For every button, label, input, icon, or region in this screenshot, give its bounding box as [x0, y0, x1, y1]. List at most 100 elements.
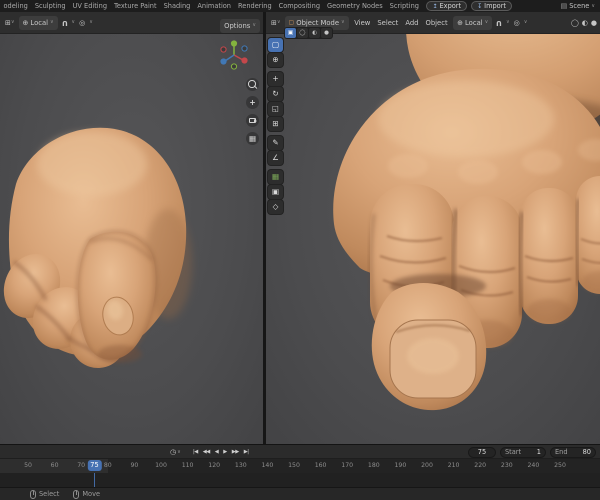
export-icon: ↥	[432, 2, 438, 10]
right-viewport-canvas[interactable]	[266, 34, 600, 444]
proportional-editing-icon[interactable]: ◎	[77, 16, 87, 30]
workspace-tab-uv-editing[interactable]: UV Editing	[69, 0, 110, 12]
snap-magnet-icon[interactable]: U	[494, 16, 504, 30]
tool-measure[interactable]: ∠	[268, 151, 283, 165]
import-button[interactable]: ↧ Import	[471, 1, 513, 11]
shading-rendered[interactable]: ●	[321, 28, 332, 38]
menu-object[interactable]: Object	[422, 19, 451, 27]
playback-transport: |◀ ◀◀ ◀ ▶ ▶▶ ▶|	[192, 445, 249, 459]
blender-window: odeling Sculpting UV Editing Texture Paint S…	[0, 0, 600, 500]
timeline-header: ◷ ∨ |◀ ◀◀ ◀ ▶ ▶▶ ▶| 75 Start 1 End 80	[0, 445, 600, 459]
ruler-frame-100: 100	[155, 462, 167, 469]
workspace-tab-animation[interactable]: Animation	[194, 0, 235, 12]
shading-material[interactable]: ◐	[309, 28, 320, 38]
prev-keyframe-button[interactable]: ◀◀	[202, 449, 211, 455]
export-button[interactable]: ↥ Export	[426, 1, 468, 11]
frame-start-field[interactable]: Start 1	[500, 446, 546, 458]
workspace-tab-texture-paint[interactable]: Texture Paint	[111, 0, 161, 12]
fist-model-left[interactable]	[0, 127, 192, 380]
tool-empty[interactable]: ◇	[268, 200, 283, 214]
tool-move[interactable]: +	[268, 72, 283, 86]
proportional-editing-icon[interactable]: ◎	[512, 16, 522, 30]
tool-transform[interactable]: ⊞	[268, 117, 283, 131]
options-dropdown[interactable]: Options ∨	[220, 18, 260, 33]
ruler-frame-150: 150	[288, 462, 300, 469]
ruler-frame-80: 80	[103, 462, 112, 469]
tool-annotate[interactable]: ✎	[268, 136, 283, 150]
tool-scale[interactable]: ◱	[268, 102, 283, 116]
workspace-tab-scripting[interactable]: Scripting	[386, 0, 422, 12]
transform-orientation-dropdown[interactable]: ⊕ Local ∨	[453, 15, 493, 30]
workspace-tab-shading[interactable]: Shading	[160, 0, 194, 12]
scene-selector[interactable]: ▤ Scene ∨	[561, 2, 595, 10]
chevron-down-icon: ∨	[484, 19, 489, 25]
transform-orientation-dropdown[interactable]: ⊕ Local ∨	[18, 15, 58, 30]
ruler-frame-250: 250	[554, 462, 566, 469]
workspace-tab-compositing[interactable]: Compositing	[275, 0, 323, 12]
snap-magnet-icon[interactable]: U	[60, 16, 70, 30]
ruler-frame-140: 140	[261, 462, 274, 469]
ruler-frame-170: 170	[341, 462, 354, 469]
current-frame-field[interactable]: 75	[468, 446, 496, 458]
play-reverse-button[interactable]: ◀	[214, 449, 220, 455]
chevron-down-icon: ∨	[177, 448, 181, 455]
tool-select-box[interactable]: ▢	[268, 38, 283, 52]
workspace-tab-geometry-nodes[interactable]: Geometry Nodes	[324, 0, 387, 12]
tool-camera[interactable]: ▣	[268, 185, 283, 199]
left-viewport-canvas[interactable]	[0, 34, 263, 444]
mouse-icon	[73, 489, 80, 499]
timeline-track-area[interactable]	[0, 473, 600, 488]
ruler-frame-130: 130	[234, 462, 247, 469]
playhead-line	[93, 473, 96, 488]
grid-ortho-icon[interactable]: ▦	[246, 132, 259, 145]
ruler-frame-120: 120	[208, 462, 221, 469]
playhead[interactable]: 75	[87, 460, 102, 471]
tool-add-cube[interactable]: ▦	[268, 170, 283, 184]
frame-end-field[interactable]: End 80	[550, 446, 596, 458]
orientation-globe-icon: ⊕	[22, 18, 29, 27]
workspace-tab-sculpting[interactable]: Sculpting	[31, 0, 69, 12]
timeline-editor: ◷ ∨ |◀ ◀◀ ◀ ▶ ▶▶ ▶| 75 Start 1 End 80 75 50 60 70 8…	[0, 444, 600, 488]
play-button[interactable]: ▶	[222, 449, 228, 455]
ruler-frame-180: 180	[367, 462, 380, 469]
menu-select[interactable]: Select	[374, 19, 402, 27]
camera-view-icon[interactable]	[246, 114, 259, 127]
editor-type-button[interactable]: ⊞ ∨	[3, 16, 17, 30]
pan-hand-icon[interactable]: +	[246, 96, 259, 109]
shading-wireframe[interactable]: ▣	[285, 28, 296, 38]
workspace-tab-rendering[interactable]: Rendering	[235, 0, 276, 12]
ruler-frame-60: 60	[50, 462, 59, 469]
next-keyframe-button[interactable]: ▶▶	[231, 449, 240, 455]
chevron-down-icon: ∨	[252, 22, 256, 28]
status-bar: Select Move	[0, 487, 600, 500]
fist-model-right[interactable]	[333, 34, 600, 411]
ruler-frame-70: 70	[77, 462, 86, 469]
axis-y-icon[interactable]	[230, 40, 238, 47]
menu-view[interactable]: View	[351, 19, 374, 27]
axis-x-icon[interactable]	[241, 57, 248, 64]
shading-mode-row: ▣ ◯ ◐ ●	[284, 27, 333, 39]
zoom-icon[interactable]	[246, 78, 259, 91]
axis-z-icon[interactable]	[220, 58, 227, 65]
ruler-frame-90: 90	[130, 462, 139, 469]
tool-rotate[interactable]: ↻	[268, 87, 283, 101]
viewport-right: ⊞ ∨ ▢ Object Mode ∨ View Select Add Object ⊕ Lo…	[266, 12, 600, 444]
thumb[interactable]	[77, 231, 156, 360]
shading-solid[interactable]: ◯	[297, 28, 308, 38]
scene-icon: ▤	[560, 2, 568, 10]
navigation-gizmo[interactable]	[217, 38, 251, 72]
viewport-shading-cluster[interactable]: ◯ ◐ ●	[571, 19, 597, 27]
ruler-frame-200: 200	[421, 462, 433, 469]
jump-to-end-button[interactable]: ▶|	[243, 449, 250, 455]
timeline-editor-type-icon[interactable]: ◷ ∨	[170, 446, 181, 458]
status-hint-select: Select	[30, 489, 59, 499]
editor-type-button[interactable]: ⊞ ∨	[269, 16, 283, 30]
menu-add[interactable]: Add	[402, 19, 422, 27]
tool-cursor[interactable]: ⊕	[268, 53, 283, 67]
workspace-tab-odeling[interactable]: odeling	[0, 0, 31, 12]
timeline-ruler[interactable]: 75 50 60 70 80 90 100 110 120 130 140 150 160 170 180…	[0, 459, 600, 473]
jump-to-start-button[interactable]: |◀	[192, 449, 199, 455]
left-viewport-header: ⊞ ∨ ⊕ Local ∨ U ∨ ◎ ∨ Options ∨	[0, 12, 263, 34]
ruler-frame-210: 210	[447, 462, 460, 469]
keymap-hints: Select Move	[30, 489, 100, 499]
